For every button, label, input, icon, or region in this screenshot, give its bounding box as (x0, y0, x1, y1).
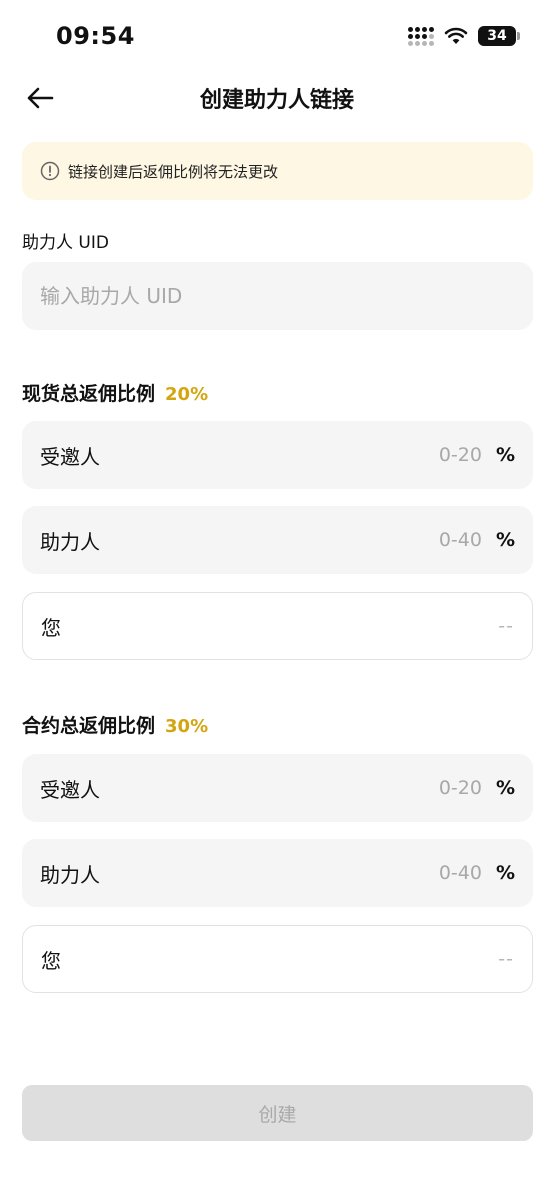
spot-rebate-percent: 20% (165, 384, 209, 405)
notice-banner: 链接创建后返佣比例将无法更改 (22, 142, 533, 200)
create-helper-link-page: 09:54 34 创建助力人链接 链接创建后返佣比例将无法更改 助力人 UID … (0, 0, 554, 1200)
cellular-signal-icon (408, 26, 434, 46)
contract-rebate-title-text: 合约总返佣比例 (22, 715, 156, 737)
status-bar: 09:54 34 (0, 0, 554, 72)
contract-rebate-title: 合约总返佣比例 30% (22, 711, 208, 738)
contract-invitee-row[interactable]: 受邀人 0-20 % (22, 754, 533, 822)
contract-helper-unit: % (495, 862, 515, 884)
spot-invitee-row[interactable]: 受邀人 0-20 % (22, 421, 533, 489)
uid-input[interactable] (40, 284, 515, 308)
spot-helper-unit: % (495, 529, 515, 551)
status-time: 09:54 (56, 22, 135, 50)
contract-invitee-range[interactable]: 0-20 (439, 777, 482, 799)
spot-you-value: -- (498, 615, 514, 637)
spot-invitee-label: 受邀人 (40, 444, 100, 469)
spot-invitee-unit: % (495, 444, 515, 466)
wifi-icon (444, 27, 468, 44)
contract-you-label: 您 (41, 948, 61, 973)
contract-you-value: -- (498, 948, 514, 970)
spot-helper-label: 助力人 (40, 529, 100, 554)
page-title: 创建助力人链接 (199, 88, 354, 113)
status-icons: 34 (408, 26, 520, 46)
contract-rebate-percent: 30% (165, 716, 209, 737)
spot-rebate-title-text: 现货总返佣比例 (22, 383, 156, 405)
battery-level: 34 (487, 28, 507, 44)
uid-input-container[interactable] (22, 262, 533, 330)
spot-rebate-title: 现货总返佣比例 20% (22, 379, 208, 406)
contract-you-row: 您 -- (22, 925, 533, 993)
notice-text: 链接创建后返佣比例将无法更改 (68, 162, 279, 181)
contract-helper-label: 助力人 (40, 862, 100, 887)
spot-helper-row[interactable]: 助力人 0-40 % (22, 506, 533, 574)
spot-invitee-range[interactable]: 0-20 (439, 444, 482, 466)
spot-helper-range[interactable]: 0-40 (439, 529, 482, 551)
create-button[interactable]: 创建 (22, 1085, 533, 1141)
uid-label: 助力人 UID (22, 233, 109, 253)
battery-icon: 34 (478, 26, 520, 46)
page-header: 创建助力人链接 (0, 72, 554, 124)
contract-helper-range[interactable]: 0-40 (439, 862, 482, 884)
contract-invitee-label: 受邀人 (40, 777, 100, 802)
spot-you-label: 您 (41, 615, 61, 640)
spot-you-row: 您 -- (22, 592, 533, 660)
contract-invitee-unit: % (495, 777, 515, 799)
contract-helper-row[interactable]: 助力人 0-40 % (22, 839, 533, 907)
info-icon (40, 161, 60, 181)
